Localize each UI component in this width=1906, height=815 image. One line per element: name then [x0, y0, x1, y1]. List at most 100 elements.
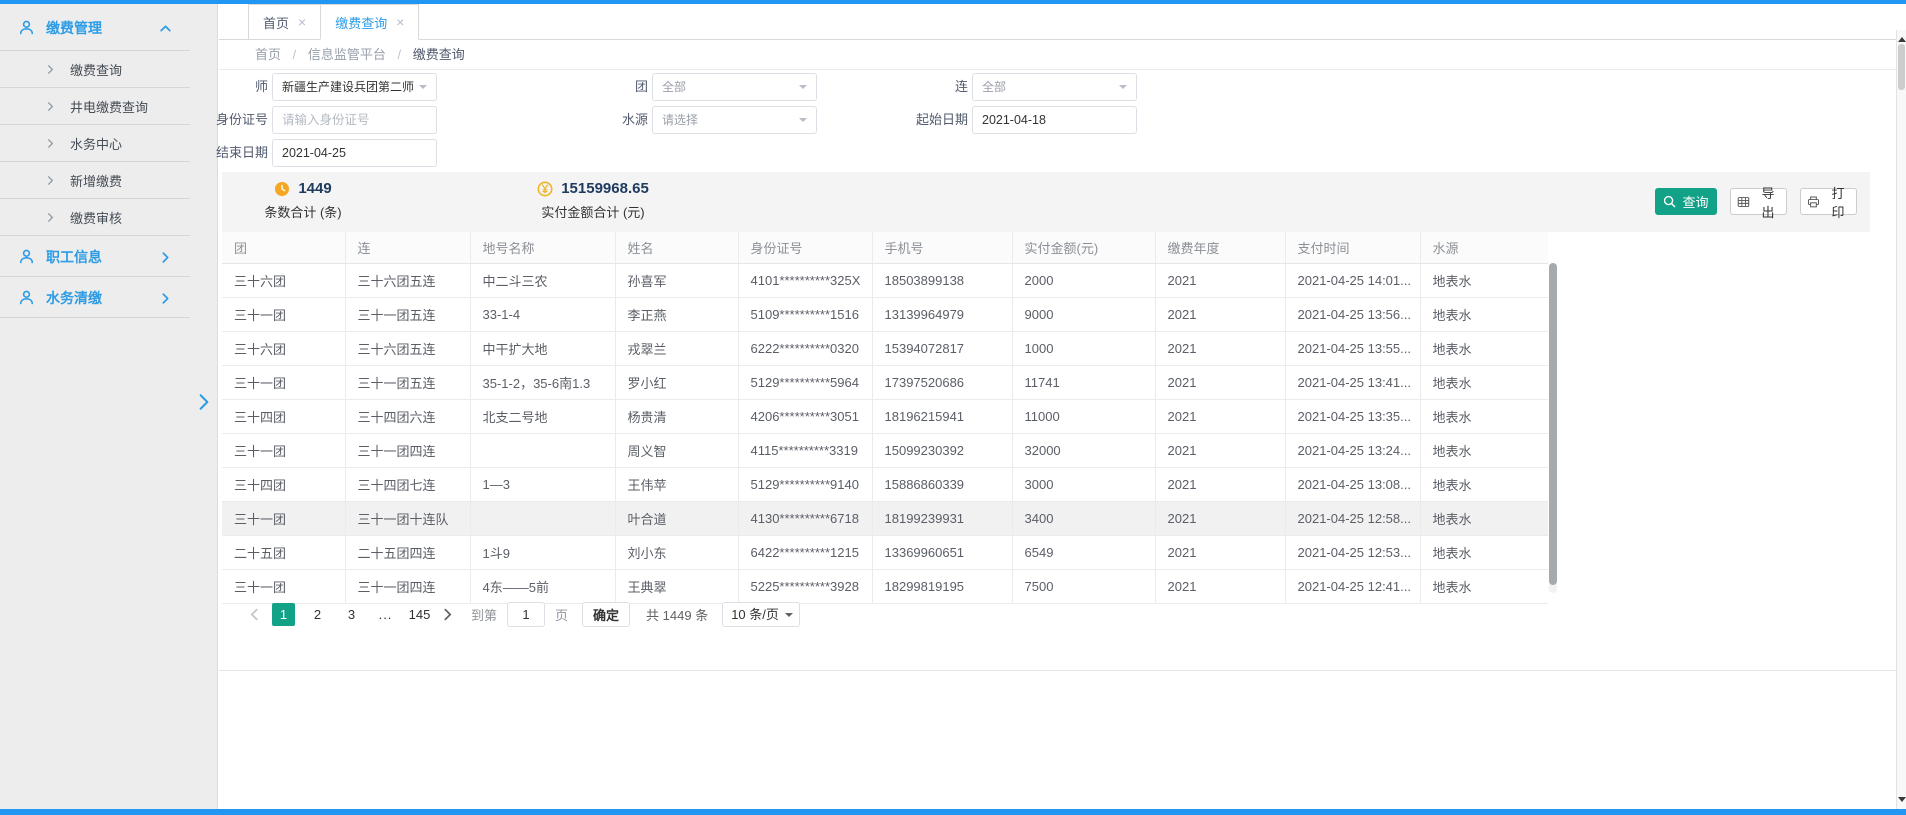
table-row[interactable]: 三十一团三十一团五连35-1-2，35-6南1.3罗小红5129********…: [222, 366, 1548, 400]
chevron-right-icon: [45, 138, 56, 149]
chevron-down-icon: [1119, 85, 1127, 93]
table-cell: 地表水: [1420, 502, 1548, 536]
chevron-right-icon: [197, 393, 211, 411]
sidebar-group-label: 缴费管理: [46, 18, 102, 38]
scrollbar-thumb[interactable]: [1898, 44, 1905, 90]
end-date-input[interactable]: [272, 139, 437, 167]
page-button-3[interactable]: 3: [340, 603, 363, 626]
export-button[interactable]: 导出: [1730, 188, 1787, 215]
sidebar-item-well-electric-payment-query[interactable]: 井电缴费查询: [0, 88, 217, 125]
lian-label: 连: [955, 73, 968, 101]
table-grid-icon: [1737, 195, 1750, 209]
chevron-right-icon: [159, 292, 172, 305]
tuan-select[interactable]: 全部: [652, 73, 817, 101]
search-icon: [1663, 195, 1676, 208]
table-row[interactable]: 三十一团三十一团四连周义智4115**********3319150992303…: [222, 434, 1548, 468]
table-cell: 5129**********9140: [738, 468, 872, 502]
table-cell: 2000: [1012, 264, 1155, 298]
table-cell: 15099230392: [872, 434, 1012, 468]
table-cell: 3000: [1012, 468, 1155, 502]
tab-bar: 首页 × 缴费查询 ×: [219, 4, 1906, 40]
table-cell: 2021-04-25 13:55...: [1285, 332, 1420, 366]
prev-page-button[interactable]: [249, 608, 260, 621]
top-accent-bar: [0, 0, 1906, 4]
goto-page-suffix: 页: [555, 605, 568, 624]
sidebar-item-label: 缴费审核: [70, 208, 122, 227]
id-number-input[interactable]: [272, 106, 437, 134]
tab-home[interactable]: 首页 ×: [248, 4, 321, 40]
query-button[interactable]: 查询: [1655, 188, 1717, 215]
table-cell: 18199239931: [872, 502, 1012, 536]
chevron-down-icon: [799, 85, 807, 93]
table-cell: 1斗9: [470, 536, 615, 570]
page-button-2[interactable]: 2: [306, 603, 329, 626]
filter-form: 师 新疆生产建设兵团第二师 团 全部 连 全部 身份证号 水源 请选择 起始日期…: [219, 70, 1906, 172]
table-cell: 2021: [1155, 298, 1285, 332]
amount-total-label: 实付金额合计 (元): [518, 202, 668, 221]
table-row[interactable]: 三十一团三十一团十连队叶合道4130**********671818199239…: [222, 502, 1548, 536]
table-cell: 地表水: [1420, 536, 1548, 570]
scroll-up-arrow-icon[interactable]: [1898, 33, 1906, 42]
breadcrumb-home[interactable]: 首页: [255, 47, 281, 62]
sidebar-item-water-center[interactable]: 水务中心: [0, 125, 217, 162]
page-button-1[interactable]: 1: [272, 603, 295, 626]
water-source-label: 水源: [622, 106, 648, 134]
printer-icon: [1807, 195, 1820, 209]
breadcrumb-current: 缴费查询: [413, 47, 465, 62]
breadcrumb-platform[interactable]: 信息监管平台: [308, 47, 386, 62]
start-date-input[interactable]: [972, 106, 1137, 134]
close-icon[interactable]: ×: [396, 15, 404, 29]
table-cell: 三十一团十连队: [345, 502, 470, 536]
table-row[interactable]: 三十四团三十四团六连北支二号地杨贵清4206**********30511819…: [222, 400, 1548, 434]
chevron-down-icon: [785, 613, 793, 621]
sidebar-item-payment-query[interactable]: 缴费查询: [0, 51, 217, 88]
table-row[interactable]: 三十一团三十一团五连33-1-4李正燕5109**********1516131…: [222, 298, 1548, 332]
table-cell: 18196215941: [872, 400, 1012, 434]
table-cell: 孙喜军: [615, 264, 738, 298]
chevron-right-icon: [45, 175, 56, 186]
confirm-button[interactable]: 确定: [582, 602, 630, 627]
page-button-145[interactable]: 145: [408, 603, 431, 626]
table-cell: 刘小东: [615, 536, 738, 570]
water-source-select[interactable]: 请选择: [652, 106, 817, 134]
chevron-right-icon: [45, 212, 56, 223]
table-scrollbar[interactable]: [1549, 263, 1557, 593]
table-cell: 4115**********3319: [738, 434, 872, 468]
sidebar-group-label: 职工信息: [46, 247, 102, 267]
page-size-select[interactable]: 10 条/页: [722, 602, 800, 627]
table-row[interactable]: 三十六团三十六团五连中干扩大地戎翠兰6222**********03201539…: [222, 332, 1548, 366]
table-cell: 三十六团: [222, 264, 345, 298]
breadcrumb: 首页 / 信息监管平台 / 缴费查询: [219, 40, 1896, 70]
goto-page-input[interactable]: [507, 602, 545, 627]
table-row[interactable]: 二十五团二十五团四连1斗9刘小东6422**********1215133699…: [222, 536, 1548, 570]
breadcrumb-separator: /: [293, 47, 297, 62]
table-cell: 2021: [1155, 536, 1285, 570]
sidebar-item-payment-review[interactable]: 缴费审核: [0, 199, 217, 236]
scroll-down-arrow-icon[interactable]: [1898, 797, 1906, 806]
sidebar: 缴费管理 缴费查询 井电缴费查询 水务中心 新增缴费 缴费审核 职工信息: [0, 4, 218, 809]
lian-select[interactable]: 全部: [972, 73, 1137, 101]
sidebar-group-water-clearance[interactable]: 水务清缴: [0, 277, 217, 318]
next-page-button[interactable]: [442, 608, 453, 621]
table-cell: 李正燕: [615, 298, 738, 332]
shi-select[interactable]: 新疆生产建设兵团第二师: [272, 73, 437, 101]
table-row[interactable]: 三十六团三十六团五连中二斗三农孙喜军4101**********325X1850…: [222, 264, 1548, 298]
sidebar-group-label: 水务清缴: [46, 288, 102, 308]
table-row[interactable]: 三十四团三十四团七连1—3王伟苹5129**********9140158868…: [222, 468, 1548, 502]
sidebar-item-new-payment[interactable]: 新增缴费: [0, 162, 217, 199]
tab-payment-query[interactable]: 缴费查询 ×: [320, 4, 419, 40]
table-cell: 三十四团七连: [345, 468, 470, 502]
table-cell: 32000: [1012, 434, 1155, 468]
column-header: 水源: [1420, 232, 1548, 264]
close-icon[interactable]: ×: [298, 15, 306, 29]
sidebar-group-staff-info[interactable]: 职工信息: [0, 236, 217, 277]
table-cell: 18503899138: [872, 264, 1012, 298]
sidebar-group-payment-management[interactable]: 缴费管理: [0, 4, 217, 51]
table-cell: 33-1-4: [470, 298, 615, 332]
window-scrollbar[interactable]: [1896, 30, 1906, 809]
column-header: 手机号: [872, 232, 1012, 264]
sidebar-collapse-handle[interactable]: [197, 393, 211, 414]
print-button[interactable]: 打印: [1800, 188, 1857, 215]
table-scrollbar-thumb[interactable]: [1549, 263, 1557, 585]
table-cell: 戎翠兰: [615, 332, 738, 366]
